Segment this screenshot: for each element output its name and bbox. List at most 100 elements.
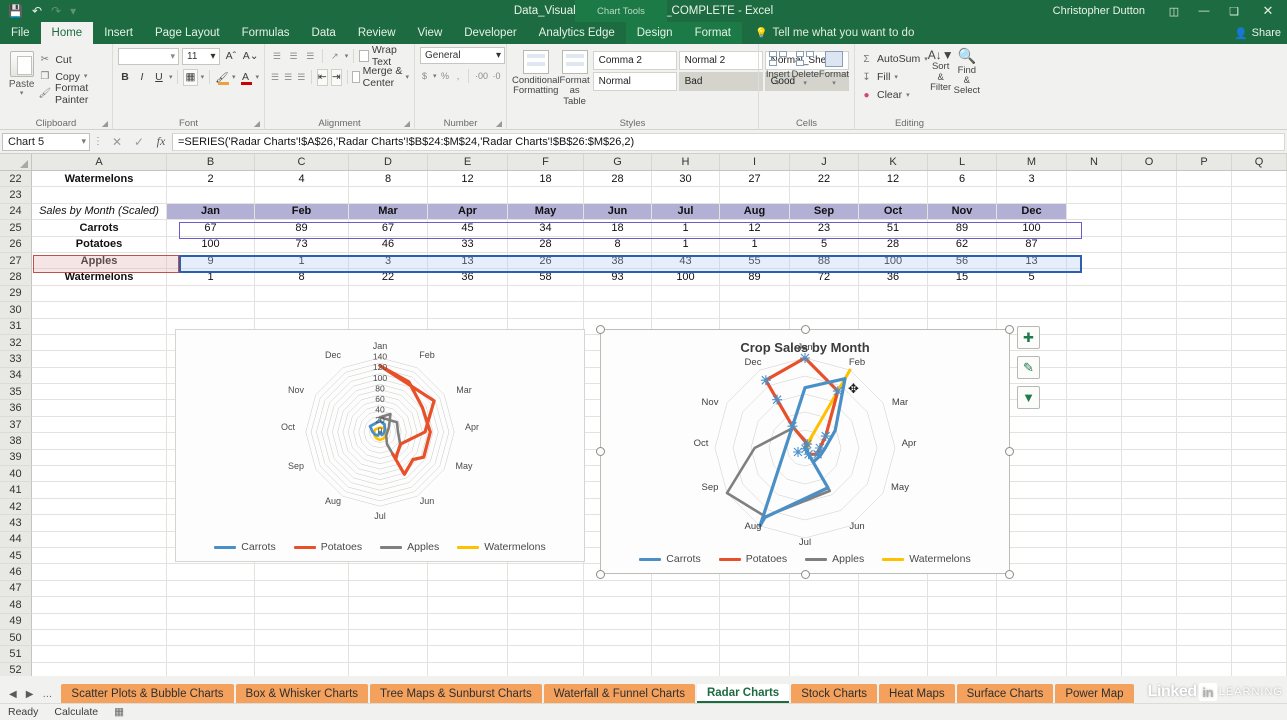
cell-C47[interactable] xyxy=(255,580,349,598)
column-header-G[interactable]: G xyxy=(584,154,652,170)
cell-M22[interactable]: 3 xyxy=(997,171,1067,188)
cell-D23[interactable] xyxy=(349,187,428,204)
sheet-tab-waterfall-funnel-charts[interactable]: Waterfall & Funnel Charts xyxy=(543,684,695,703)
cell-J26[interactable]: 5 xyxy=(790,236,859,253)
cell-F49[interactable] xyxy=(508,613,584,630)
cell-P46[interactable] xyxy=(1177,564,1232,581)
cell-I25[interactable]: 12 xyxy=(720,220,790,237)
cell-J25[interactable]: 23 xyxy=(790,220,859,237)
cell-P48[interactable] xyxy=(1177,597,1232,614)
chart-resize-handle-ml[interactable] xyxy=(596,447,605,456)
row-header-22[interactable]: 22 xyxy=(0,171,32,188)
row-header-45[interactable]: 45 xyxy=(0,547,32,565)
cell-B25[interactable]: 67 xyxy=(167,220,255,237)
cell-D26[interactable]: 46 xyxy=(349,236,428,253)
orientation-dropdown-icon[interactable]: ▾ xyxy=(345,52,349,60)
column-header-J[interactable]: J xyxy=(790,154,859,170)
cell-Q44[interactable] xyxy=(1232,531,1287,548)
cell-L47[interactable] xyxy=(928,580,997,598)
cell-N45[interactable] xyxy=(1067,547,1122,565)
clear-dropdown-icon[interactable]: ▾ xyxy=(906,91,910,99)
tab-home[interactable]: Home xyxy=(40,22,94,44)
cell-H26[interactable]: 1 xyxy=(652,236,720,253)
align-middle-icon[interactable]: ☰ xyxy=(287,48,301,64)
cell-D24[interactable]: Mar xyxy=(349,203,428,221)
cell-B23[interactable] xyxy=(167,187,255,204)
cell-M27[interactable]: 13 xyxy=(997,252,1067,270)
cell-A45[interactable] xyxy=(32,547,167,565)
cell-K28[interactable]: 36 xyxy=(859,269,928,286)
cell-P50[interactable] xyxy=(1177,629,1232,647)
cell-I28[interactable]: 89 xyxy=(720,269,790,286)
cell-F51[interactable] xyxy=(508,646,584,663)
cell-N47[interactable] xyxy=(1067,580,1122,598)
row-header-33[interactable]: 33 xyxy=(0,351,32,368)
cell-N24[interactable] xyxy=(1067,203,1122,221)
fill-dropdown-icon[interactable]: ▾ xyxy=(894,73,898,81)
cell-I29[interactable] xyxy=(720,285,790,303)
cell-K24[interactable]: Oct xyxy=(859,203,928,221)
cell-G30[interactable] xyxy=(584,302,652,319)
cell-P35[interactable] xyxy=(1177,384,1232,401)
cell-Q37[interactable] xyxy=(1232,416,1287,434)
cell-C48[interactable] xyxy=(255,597,349,614)
cell-Q29[interactable] xyxy=(1232,285,1287,303)
cell-K48[interactable] xyxy=(859,597,928,614)
decrease-indent-icon[interactable]: ⇤ xyxy=(316,68,328,86)
cell-N50[interactable] xyxy=(1067,629,1122,647)
chart-filters-button[interactable]: ▼ xyxy=(1017,386,1040,409)
cell-O24[interactable] xyxy=(1122,203,1177,221)
cell-A39[interactable] xyxy=(32,449,167,467)
column-header-C[interactable]: C xyxy=(255,154,349,170)
cell-D52[interactable] xyxy=(349,662,428,676)
currency-dropdown-icon[interactable]: ▾ xyxy=(433,72,437,80)
cell-N31[interactable] xyxy=(1067,318,1122,335)
undo-icon[interactable]: ↶ xyxy=(32,5,42,17)
cell-H50[interactable] xyxy=(652,629,720,647)
cell-D28[interactable]: 22 xyxy=(349,269,428,286)
increase-decimal-icon[interactable]: ·00 xyxy=(475,68,488,84)
confirm-icon[interactable]: ✓ xyxy=(128,135,150,149)
decrease-decimal-icon[interactable]: ·0 xyxy=(492,68,501,84)
cell-D51[interactable] xyxy=(349,646,428,663)
cell-F28[interactable]: 58 xyxy=(508,269,584,286)
cell-A34[interactable] xyxy=(32,367,167,385)
sheet-tab-box-whisker-charts[interactable]: Box & Whisker Charts xyxy=(235,684,369,703)
cell-Q39[interactable] xyxy=(1232,449,1287,467)
cell-B48[interactable] xyxy=(167,597,255,614)
cell-Q45[interactable] xyxy=(1232,547,1287,565)
cell-O37[interactable] xyxy=(1122,416,1177,434)
cell-D47[interactable] xyxy=(349,580,428,598)
cell-Q26[interactable] xyxy=(1232,236,1287,253)
cell-O25[interactable] xyxy=(1122,220,1177,237)
cell-J48[interactable] xyxy=(790,597,859,614)
cell-O26[interactable] xyxy=(1122,236,1177,253)
cell-E46[interactable] xyxy=(428,564,508,581)
font-color-button[interactable]: A xyxy=(238,69,253,86)
cell-D48[interactable] xyxy=(349,597,428,614)
cell-P41[interactable] xyxy=(1177,482,1232,499)
format-dropdown-icon[interactable]: ▾ xyxy=(832,79,836,87)
cell-J23[interactable] xyxy=(790,187,859,204)
legend-item-apples[interactable]: Apples xyxy=(805,553,864,565)
row-header-31[interactable]: 31 xyxy=(0,318,32,335)
column-header-D[interactable]: D xyxy=(349,154,428,170)
cell-L22[interactable]: 6 xyxy=(928,171,997,188)
cell-P25[interactable] xyxy=(1177,220,1232,237)
insert-function-icon[interactable]: fx xyxy=(150,134,172,149)
cell-L25[interactable]: 89 xyxy=(928,220,997,237)
row-header-25[interactable]: 25 xyxy=(0,220,32,237)
cell-H22[interactable]: 30 xyxy=(652,171,720,188)
cell-Q35[interactable] xyxy=(1232,384,1287,401)
cell-I22[interactable]: 27 xyxy=(720,171,790,188)
cell-L28[interactable]: 15 xyxy=(928,269,997,286)
tab-design[interactable]: Design xyxy=(625,22,684,44)
cell-H52[interactable] xyxy=(652,662,720,676)
cell-G51[interactable] xyxy=(584,646,652,663)
right-radar-chart[interactable]: Crop Sales by Month Jan Feb Mar Apr May … xyxy=(600,329,1010,574)
cell-P38[interactable] xyxy=(1177,433,1232,450)
row-header-34[interactable]: 34 xyxy=(0,367,32,385)
cell-N22[interactable] xyxy=(1067,171,1122,188)
cell-H47[interactable] xyxy=(652,580,720,598)
share-button[interactable]: 👤 Share xyxy=(1234,22,1281,44)
